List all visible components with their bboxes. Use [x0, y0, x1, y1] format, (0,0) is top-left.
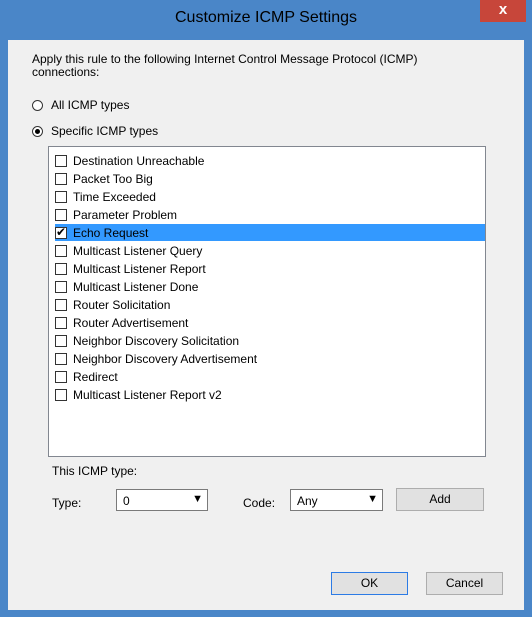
- checkbox[interactable]: [55, 316, 67, 329]
- add-button[interactable]: Add: [396, 488, 484, 511]
- dialog-title: Customize ICMP Settings: [175, 9, 357, 26]
- checkbox[interactable]: [55, 298, 67, 311]
- icmp-types-list[interactable]: Destination Unreachable Packet Too Big T…: [48, 146, 486, 457]
- list-item-label: Neighbor Discovery Solicitation: [73, 333, 240, 348]
- list-item-label: Packet Too Big: [73, 171, 153, 186]
- code-label: Code:: [243, 496, 276, 510]
- dialog-window: Customize ICMP Settings x Apply this rul…: [0, 0, 532, 617]
- list-item-label: Router Advertisement: [73, 315, 189, 330]
- list-item-selected[interactable]: Echo Request: [55, 224, 485, 241]
- list-item[interactable]: Destination Unreachable: [55, 152, 485, 169]
- checkbox[interactable]: [55, 280, 67, 293]
- list-item[interactable]: Multicast Listener Query: [55, 242, 485, 259]
- radio-button[interactable]: [32, 99, 43, 111]
- list-item[interactable]: Multicast Listener Report v2: [55, 386, 485, 403]
- list-item-label: Neighbor Discovery Advertisement: [73, 351, 258, 366]
- title-bar[interactable]: Customize ICMP Settings x: [0, 0, 532, 36]
- list-item-label: Router Solicitation: [73, 297, 171, 312]
- list-item[interactable]: Router Advertisement: [55, 314, 485, 331]
- dialog-body: Apply this rule to the following Interne…: [8, 40, 524, 610]
- checkbox[interactable]: [55, 352, 67, 365]
- checkbox[interactable]: [55, 208, 67, 221]
- type-select-value: 0: [123, 494, 130, 508]
- list-item[interactable]: Packet Too Big: [55, 170, 485, 187]
- list-item[interactable]: Multicast Listener Done: [55, 278, 485, 295]
- checkbox[interactable]: [55, 388, 67, 401]
- checkbox-checked[interactable]: [55, 225, 67, 239]
- code-select[interactable]: Any ▼: [290, 489, 383, 511]
- list-item-label: Echo Request: [73, 225, 149, 240]
- code-select-value: Any: [297, 494, 318, 508]
- this-icmp-type-label: This ICMP type:: [52, 464, 138, 478]
- checkbox[interactable]: [55, 334, 67, 347]
- list-item[interactable]: Neighbor Discovery Solicitation: [55, 332, 485, 349]
- radio-button[interactable]: [32, 125, 43, 137]
- list-item[interactable]: Redirect: [55, 368, 485, 385]
- list-item[interactable]: Multicast Listener Report: [55, 260, 485, 277]
- list-item[interactable]: Router Solicitation: [55, 296, 485, 313]
- chevron-down-icon: ▼: [192, 493, 203, 505]
- radio-label: Specific ICMP types: [51, 124, 159, 138]
- checkbox[interactable]: [55, 370, 67, 383]
- close-icon: x: [498, 1, 508, 18]
- ok-button[interactable]: OK: [331, 572, 408, 595]
- close-button[interactable]: x: [480, 0, 526, 22]
- chevron-down-icon: ▼: [367, 493, 378, 505]
- radio-label: All ICMP types: [51, 98, 130, 112]
- list-item-label: Multicast Listener Report v2: [73, 387, 222, 402]
- list-item-label: Multicast Listener Query: [73, 243, 203, 258]
- list-item-label: Time Exceeded: [73, 189, 156, 204]
- checkbox[interactable]: [55, 154, 67, 167]
- list-item[interactable]: Neighbor Discovery Advertisement: [55, 350, 485, 367]
- intro-text: Apply this rule to the following Interne…: [32, 52, 418, 79]
- checkbox[interactable]: [55, 172, 67, 185]
- radio-specific-icmp-types[interactable]: Specific ICMP types: [32, 123, 158, 139]
- list-item-label: Destination Unreachable: [73, 153, 205, 168]
- type-label: Type:: [52, 496, 82, 510]
- list-item[interactable]: Parameter Problem: [55, 206, 485, 223]
- list-item-label: Parameter Problem: [73, 207, 178, 222]
- checkbox[interactable]: [55, 190, 67, 203]
- list-item[interactable]: Time Exceeded: [55, 188, 485, 205]
- type-select[interactable]: 0 ▼: [116, 489, 208, 511]
- list-item-label: Multicast Listener Done: [73, 279, 199, 294]
- list-item-label: Redirect: [73, 369, 118, 384]
- radio-all-icmp-types[interactable]: All ICMP types: [32, 97, 129, 113]
- list-item-label: Multicast Listener Report: [73, 261, 206, 276]
- checkbox[interactable]: [55, 244, 67, 257]
- checkbox[interactable]: [55, 262, 67, 275]
- cancel-button[interactable]: Cancel: [426, 572, 503, 595]
